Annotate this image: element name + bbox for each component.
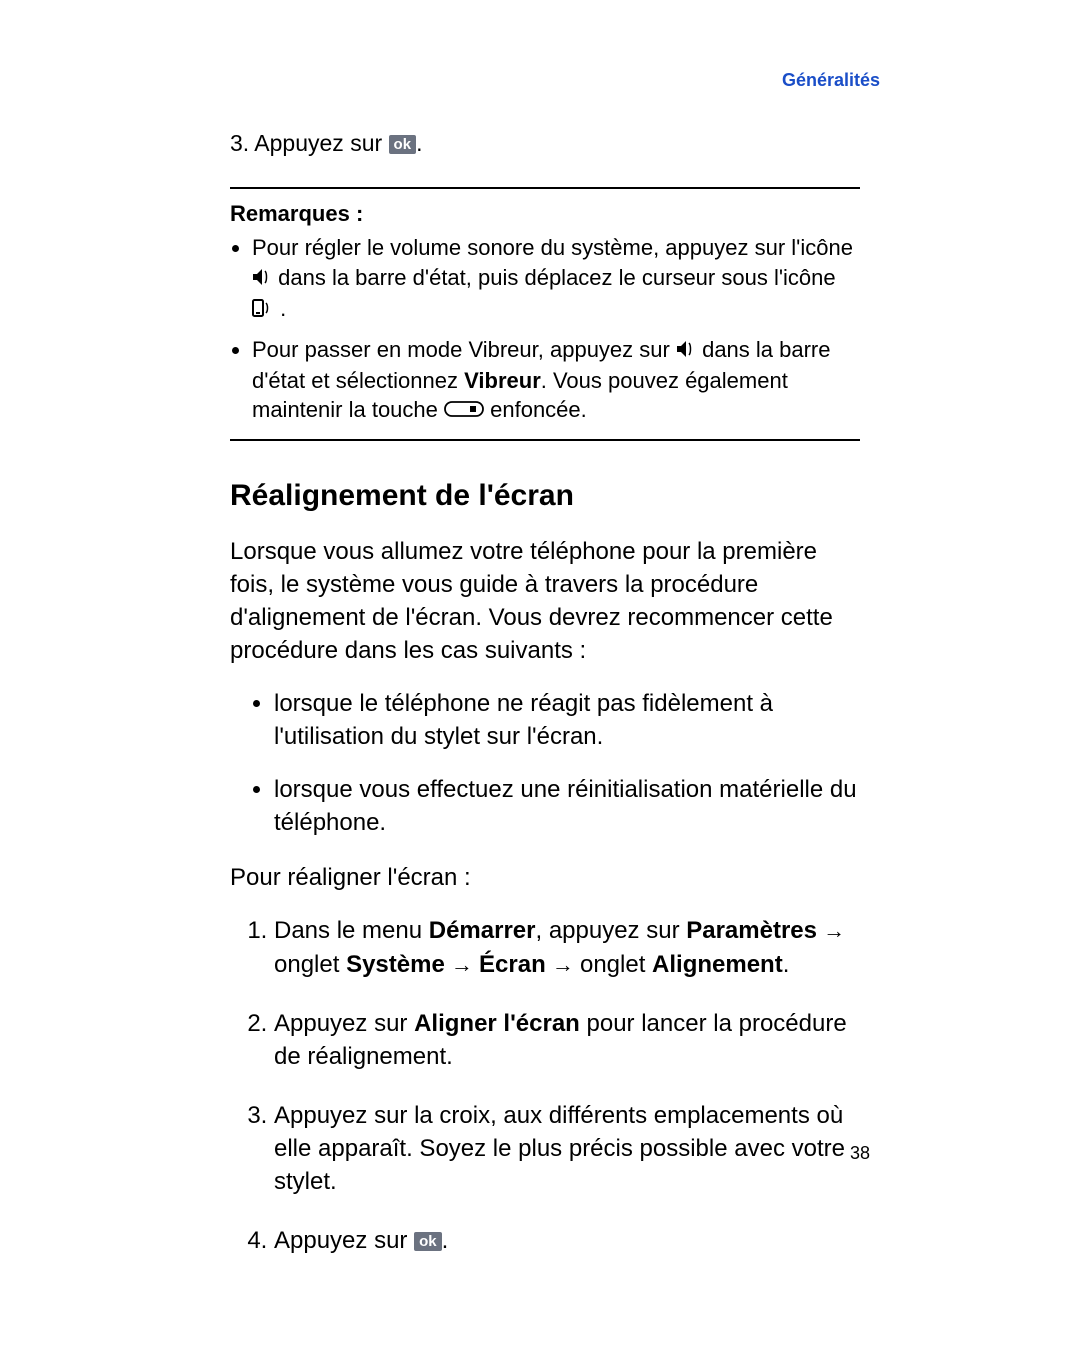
notes-title-text: Remarques bbox=[230, 201, 350, 226]
note-2-a: Pour passer en mode Vibreur, appuyez sur bbox=[252, 337, 676, 362]
notes-list: Pour régler le volume sonore du système,… bbox=[230, 233, 860, 427]
proc-step-2: Appuyez sur Aligner l'écran pour lancer … bbox=[274, 1007, 860, 1073]
s1-a: Dans le menu bbox=[274, 917, 429, 944]
cases-list: lorsque le téléphone ne réagit pas fidèl… bbox=[230, 687, 860, 839]
ok-icon: ok bbox=[389, 135, 417, 154]
device-volume-icon bbox=[252, 295, 274, 325]
steps-list: Dans le menu Démarrer, appuyez sur Param… bbox=[230, 914, 860, 1257]
s1-demarrer: Démarrer bbox=[429, 917, 536, 944]
speaker-icon bbox=[676, 336, 696, 366]
note-2: Pour passer en mode Vibreur, appuyez sur… bbox=[252, 335, 860, 427]
page-content: 3. Appuyez sur ok. Remarques : Pour régl… bbox=[230, 130, 860, 1283]
note-1-a: Pour régler le volume sonore du système,… bbox=[252, 235, 853, 260]
note-2-d: enfoncée. bbox=[490, 397, 587, 422]
arrow-icon: → bbox=[817, 918, 845, 943]
section-header: Généralités bbox=[782, 70, 880, 91]
arrow-icon: → bbox=[445, 952, 479, 977]
s1-b: , appuyez sur bbox=[535, 917, 686, 944]
arrow-icon: → bbox=[546, 952, 580, 977]
s1-param: Paramètres bbox=[686, 917, 817, 944]
divider bbox=[230, 439, 860, 441]
s4-a: Appuyez sur bbox=[274, 1227, 414, 1254]
document-page: Généralités 3. Appuyez sur ok. Remarques… bbox=[0, 0, 1080, 1349]
s1-c2: onglet bbox=[580, 951, 652, 978]
notes-title: Remarques : bbox=[230, 201, 860, 227]
s2-a: Appuyez sur bbox=[274, 1010, 414, 1037]
s1-dot: . bbox=[783, 951, 790, 978]
s1-ecran: Écran bbox=[479, 951, 546, 978]
ok-icon: ok bbox=[414, 1232, 442, 1251]
s4-b: . bbox=[442, 1227, 449, 1254]
s1-c: onglet bbox=[274, 951, 346, 978]
lead-text: Pour réaligner l'écran : bbox=[230, 861, 860, 894]
note-1: Pour régler le volume sonore du système,… bbox=[252, 233, 860, 325]
proc-step-4: Appuyez sur ok. bbox=[274, 1224, 860, 1257]
step-3-line: 3. Appuyez sur ok. bbox=[230, 130, 860, 157]
note-1-b: dans la barre d'état, puis déplacez le c… bbox=[278, 265, 836, 290]
s2-aligner: Aligner l'écran bbox=[414, 1010, 580, 1037]
section-title: Réalignement de l'écran bbox=[230, 479, 860, 513]
page-number: 38 bbox=[850, 1143, 870, 1164]
proc-step-3: Appuyez sur la croix, aux différents emp… bbox=[274, 1099, 860, 1198]
case-1: lorsque le téléphone ne réagit pas fidèl… bbox=[274, 687, 860, 753]
s1-systeme: Système bbox=[346, 951, 445, 978]
speaker-icon bbox=[252, 264, 272, 294]
intro-paragraph: Lorsque vous allumez votre téléphone pou… bbox=[230, 535, 860, 667]
proc-step-1: Dans le menu Démarrer, appuyez sur Param… bbox=[274, 914, 860, 980]
hold-key-icon bbox=[444, 397, 484, 427]
note-2-vibreur: Vibreur bbox=[464, 368, 541, 393]
divider bbox=[230, 187, 860, 189]
s1-align: Alignement bbox=[652, 951, 783, 978]
note-1-c: . bbox=[280, 296, 286, 321]
case-2: lorsque vous effectuez une réinitialisat… bbox=[274, 773, 860, 839]
step-3-prefix: 3. Appuyez sur bbox=[230, 130, 389, 156]
step-3-suffix: . bbox=[416, 130, 422, 156]
